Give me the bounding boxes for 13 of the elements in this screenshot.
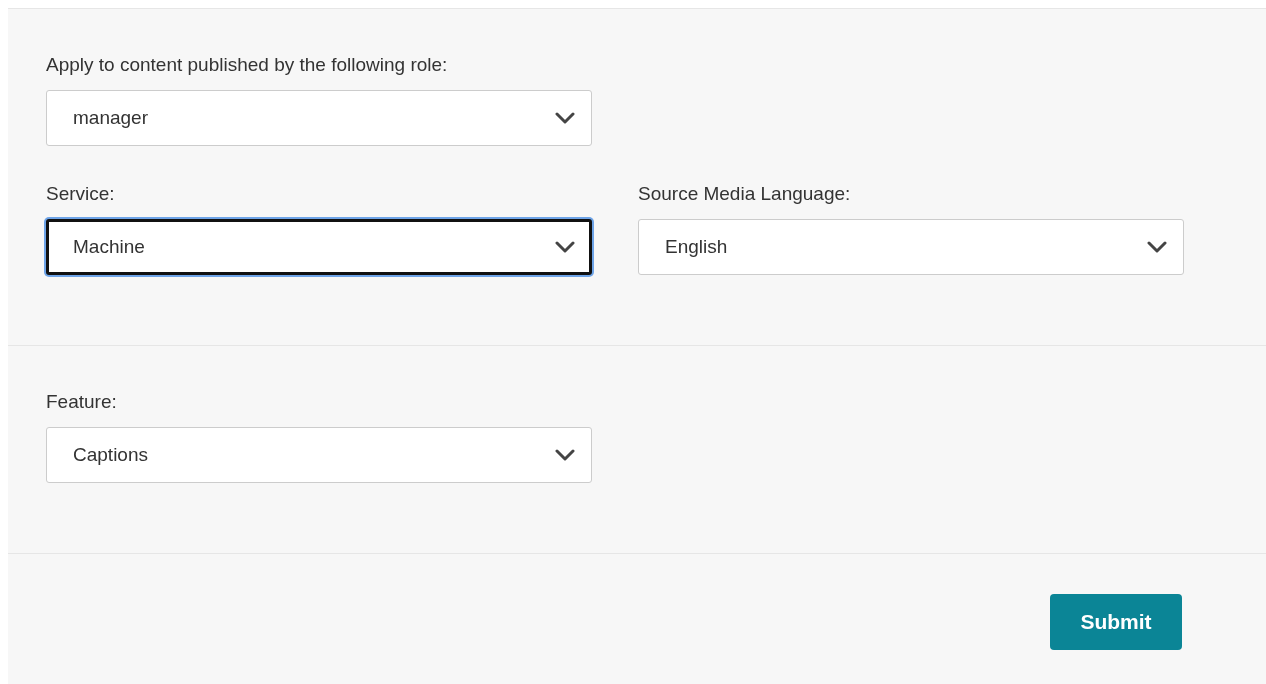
field-label: Apply to content published by the following role: (46, 53, 448, 77)
chevron-down-icon (555, 449, 575, 461)
dropdown[interactable]: Machine (46, 219, 592, 275)
chevron-down-icon (1147, 241, 1167, 253)
field-label: Source Media Language: (638, 182, 851, 206)
field-label: Service: (46, 182, 115, 206)
field-label: Feature: (46, 390, 117, 414)
dropdown[interactable]: manager (46, 90, 592, 146)
chevron-down-icon (555, 241, 575, 253)
dropdown[interactable]: English (638, 219, 1184, 275)
submit-button[interactable]: Submit (1050, 594, 1182, 650)
dropdown[interactable]: Captions (46, 427, 592, 483)
chevron-down-icon (555, 112, 575, 124)
